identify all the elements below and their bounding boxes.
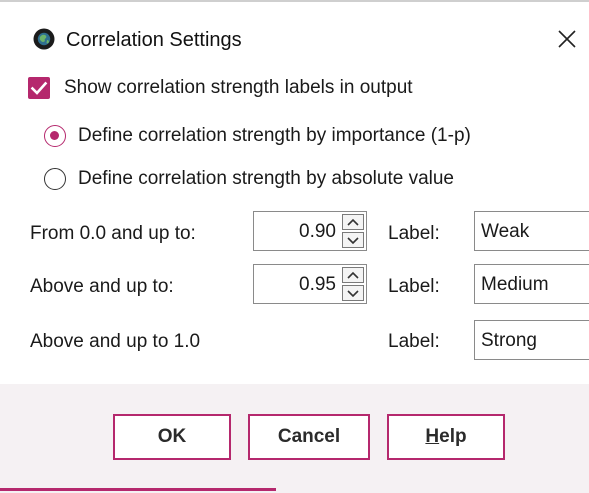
help-label-rest: elp bbox=[439, 426, 467, 447]
chevron-down-icon bbox=[347, 237, 359, 245]
label-caption: Label: bbox=[388, 276, 440, 297]
focus-accent-bar bbox=[0, 488, 276, 491]
chevron-down-icon bbox=[347, 290, 359, 298]
radio-absolute-value-label[interactable]: Define correlation strength by absolute … bbox=[78, 167, 454, 191]
weak-threshold-spinner[interactable]: 0.90 bbox=[253, 211, 367, 251]
radio-importance-label[interactable]: Define correlation strength by importanc… bbox=[78, 124, 471, 148]
radio-absolute-value[interactable] bbox=[44, 168, 66, 190]
globe-icon bbox=[33, 28, 55, 50]
increment-button[interactable] bbox=[342, 267, 364, 283]
help-button[interactable]: Help bbox=[387, 414, 505, 460]
show-labels-checkbox[interactable] bbox=[28, 77, 50, 99]
strong-label-input[interactable]: Strong bbox=[474, 320, 589, 360]
spinner-buttons bbox=[342, 267, 364, 301]
chevron-up-icon bbox=[347, 218, 359, 226]
medium-label-value[interactable]: Medium bbox=[481, 273, 549, 297]
spinner-buttons bbox=[342, 214, 364, 248]
radio-importance[interactable] bbox=[44, 125, 66, 147]
help-mnemonic: H bbox=[425, 426, 440, 447]
label-caption: Label: bbox=[388, 223, 440, 244]
medium-threshold-spinner[interactable]: 0.95 bbox=[253, 264, 367, 304]
show-labels-label[interactable]: Show correlation strength labels in outp… bbox=[64, 76, 413, 100]
decrement-button[interactable] bbox=[342, 232, 364, 248]
checkmark-icon bbox=[30, 81, 48, 95]
weak-label-input[interactable]: Weak bbox=[474, 211, 589, 251]
title-bar: Correlation Settings bbox=[0, 2, 589, 72]
from-zero-label: From 0.0 and up to: bbox=[30, 223, 196, 244]
cancel-button[interactable]: Cancel bbox=[248, 414, 370, 460]
above-label: Above and up to: bbox=[30, 276, 174, 297]
radio-selected-dot bbox=[50, 131, 59, 140]
decrement-button[interactable] bbox=[342, 285, 364, 301]
close-icon[interactable] bbox=[556, 28, 578, 50]
chevron-up-icon bbox=[347, 271, 359, 279]
window-title: Correlation Settings bbox=[66, 29, 242, 51]
medium-label-input[interactable]: Medium bbox=[474, 264, 589, 304]
increment-button[interactable] bbox=[342, 214, 364, 230]
label-caption: Label: bbox=[388, 331, 440, 352]
ok-button[interactable]: OK bbox=[113, 414, 231, 460]
weak-label-value[interactable]: Weak bbox=[481, 220, 529, 244]
strong-label-value[interactable]: Strong bbox=[481, 329, 537, 353]
above-to-one-label: Above and up to 1.0 bbox=[30, 331, 201, 352]
medium-threshold-value[interactable]: 0.95 bbox=[299, 273, 336, 297]
weak-threshold-value[interactable]: 0.90 bbox=[299, 220, 336, 244]
